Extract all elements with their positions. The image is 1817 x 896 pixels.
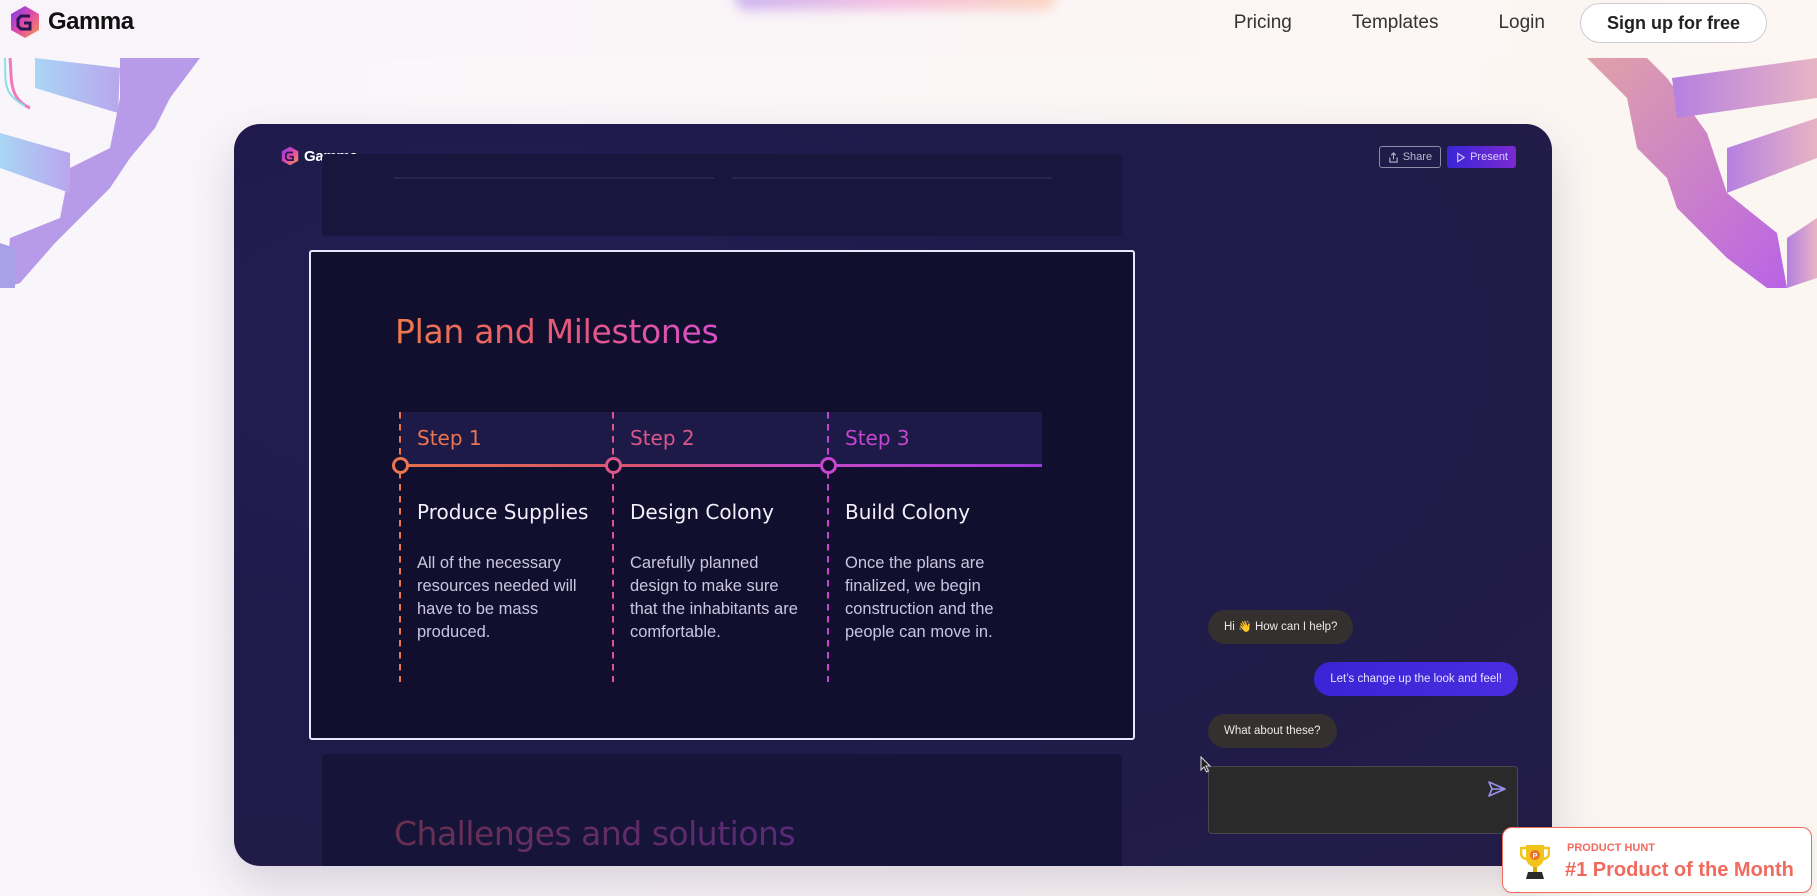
step-label: Step 2 <box>630 426 695 450</box>
step-label: Step 1 <box>417 426 482 450</box>
nav-login-link[interactable]: Login <box>1498 12 1545 34</box>
chat-input-box <box>1208 766 1518 834</box>
chat-message-ai: What about these? <box>1208 714 1337 748</box>
decorative-stairs-right <box>1587 58 1817 288</box>
step-marker <box>605 457 622 474</box>
chat-message-user: Let’s change up the look and feel! <box>1314 662 1518 696</box>
chat-text: Hi <box>1224 621 1235 633</box>
step-dashed-line <box>827 412 829 682</box>
next-slide-card[interactable]: Challenges and solutions <box>322 754 1122 866</box>
play-icon <box>1457 151 1466 163</box>
nav-pricing-link[interactable]: Pricing <box>1234 12 1292 34</box>
nav-templates-link[interactable]: Templates <box>1352 12 1439 34</box>
present-label: Present <box>1470 151 1508 163</box>
send-icon <box>1488 781 1506 797</box>
brand-name: Gamma <box>48 8 134 35</box>
step-dashed-line <box>612 412 614 682</box>
step-description: All of the necessary resources needed wi… <box>417 554 577 641</box>
divider <box>732 177 1052 179</box>
waving-hand-icon: 👋 <box>1238 621 1252 633</box>
app-preview: Gamma Share Present Plan and Milestones … <box>234 124 1552 866</box>
previous-slide-card[interactable] <box>322 154 1122 236</box>
next-slide-title: Challenges and solutions <box>394 814 796 853</box>
slide-title: Plan and Milestones <box>395 312 719 351</box>
step-description: Once the plans are finalized, we begin c… <box>845 554 994 641</box>
mouse-cursor-icon <box>1200 756 1212 773</box>
step-title: Produce Supplies <box>417 500 589 524</box>
share-label: Share <box>1402 151 1433 163</box>
svg-text:P: P <box>1533 853 1538 860</box>
decorative-stairs-left <box>0 58 200 288</box>
brand-logo-link[interactable]: Gamma <box>8 5 134 39</box>
decorative-glow <box>735 0 1055 10</box>
gamma-logo-icon <box>281 146 299 166</box>
chat-text: How can I help? <box>1254 621 1338 633</box>
step-label: Step 3 <box>845 426 910 450</box>
share-icon <box>1389 151 1398 163</box>
timeline-step: Step 2 Design Colony Carefully planned d… <box>605 412 828 682</box>
signup-button[interactable]: Sign up for free <box>1579 3 1767 43</box>
badge-title: #1 Product of the Month <box>1565 859 1794 881</box>
product-hunt-badge[interactable]: P PRODUCT HUNT #1 Product of the Month <box>1502 827 1812 893</box>
gamma-logo-icon <box>11 6 39 38</box>
chat-input[interactable] <box>1209 767 1517 833</box>
send-button[interactable] <box>1487 779 1507 799</box>
step-marker <box>820 457 837 474</box>
present-button[interactable]: Present <box>1447 146 1516 168</box>
divider <box>394 177 714 179</box>
step-description: Carefully planned design to make sure th… <box>630 554 798 641</box>
slide-plan-and-milestones[interactable]: Plan and Milestones Step 1 Produce Suppl… <box>309 250 1135 740</box>
chat-message-ai: Hi 👋 How can I help? <box>1208 610 1354 644</box>
top-nav: Gamma Pricing Templates Login Sign up fo… <box>0 0 1817 58</box>
share-button[interactable]: Share <box>1378 146 1442 168</box>
timeline-step: Step 3 Build Colony Once the plans are f… <box>820 412 1043 682</box>
step-marker <box>392 457 409 474</box>
step-dashed-line <box>399 412 401 682</box>
timeline-step: Step 1 Produce Supplies All of the neces… <box>392 412 615 682</box>
step-title: Build Colony <box>845 500 971 524</box>
trophy-icon: P <box>1520 845 1550 879</box>
step-title: Design Colony <box>630 500 774 524</box>
badge-kicker: PRODUCT HUNT <box>1567 842 1655 854</box>
milestone-timeline: Step 1 Produce Supplies All of the neces… <box>392 412 1043 682</box>
